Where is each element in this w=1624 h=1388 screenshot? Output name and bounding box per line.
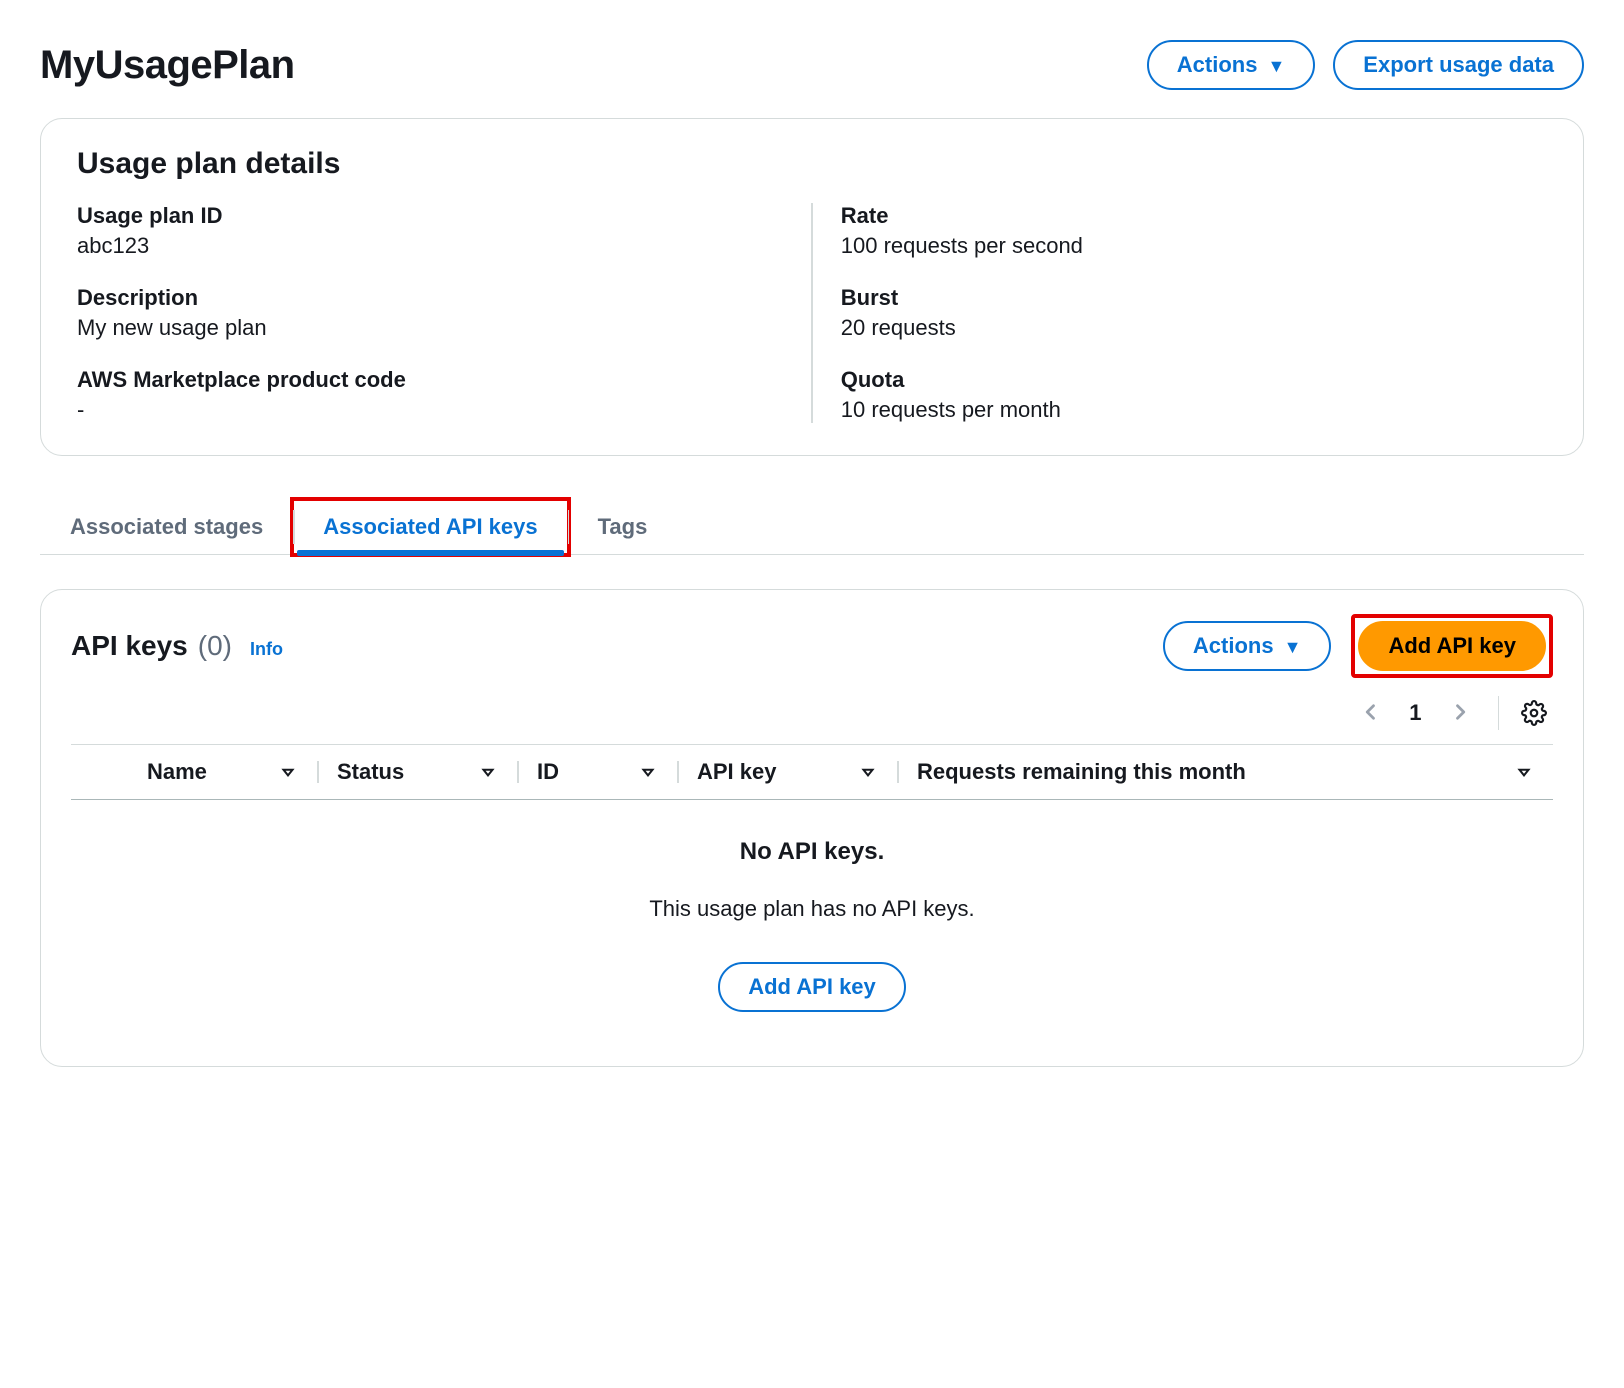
- details-value: My new usage plan: [77, 315, 783, 341]
- col-name[interactable]: Name: [127, 759, 317, 785]
- col-status-label: Status: [337, 759, 404, 785]
- details-value: 20 requests: [841, 315, 1547, 341]
- col-remaining-label: Requests remaining this month: [917, 759, 1246, 785]
- empty-subtitle: This usage plan has no API keys.: [71, 896, 1553, 922]
- export-usage-button[interactable]: Export usage data: [1333, 40, 1584, 90]
- col-apikey-label: API key: [697, 759, 777, 785]
- actions-button[interactable]: Actions ▼: [1147, 40, 1316, 90]
- details-value: 10 requests per month: [841, 397, 1547, 423]
- details-label: Quota: [841, 367, 1547, 393]
- details-label: Usage plan ID: [77, 203, 783, 229]
- details-title: Usage plan details: [77, 147, 1547, 181]
- col-name-label: Name: [147, 759, 207, 785]
- api-keys-count: (0): [198, 630, 232, 662]
- empty-add-api-key-button[interactable]: Add API key: [718, 962, 906, 1012]
- col-status[interactable]: Status: [317, 759, 517, 785]
- details-label: Burst: [841, 285, 1547, 311]
- details-value: 100 requests per second: [841, 233, 1547, 259]
- tab-tags[interactable]: Tags: [568, 500, 678, 554]
- tabs: Associated stages Associated API keys Ta…: [40, 500, 1584, 555]
- add-api-key-highlight: Add API key: [1351, 614, 1553, 678]
- export-usage-label: Export usage data: [1363, 52, 1554, 78]
- sort-icon: [279, 763, 297, 781]
- col-id-label: ID: [537, 759, 559, 785]
- empty-state: No API keys. This usage plan has no API …: [71, 800, 1553, 1022]
- usage-plan-details-card: Usage plan details Usage plan ID abc123 …: [40, 118, 1584, 456]
- sort-icon: [1515, 763, 1533, 781]
- page-title: MyUsagePlan: [40, 43, 295, 88]
- table-header: Name Status ID API key Requests remainin…: [71, 744, 1553, 800]
- details-label: Rate: [841, 203, 1547, 229]
- empty-title: No API keys.: [71, 838, 1553, 866]
- info-link[interactable]: Info: [250, 639, 283, 660]
- api-keys-actions-label: Actions: [1193, 633, 1274, 659]
- sort-icon: [639, 763, 657, 781]
- actions-button-label: Actions: [1177, 52, 1258, 78]
- settings-button[interactable]: [1521, 700, 1547, 726]
- pager-next-icon[interactable]: [1444, 698, 1476, 729]
- add-api-key-button[interactable]: Add API key: [1358, 621, 1546, 671]
- vertical-divider: [811, 203, 813, 423]
- api-keys-panel: API keys (0) Info Actions ▼ Add API key: [40, 589, 1584, 1067]
- caret-down-icon: ▼: [1267, 57, 1285, 75]
- sort-icon: [859, 763, 877, 781]
- col-apikey[interactable]: API key: [677, 759, 897, 785]
- gear-icon: [1521, 700, 1547, 726]
- details-value: -: [77, 397, 783, 423]
- tab-associated-stages[interactable]: Associated stages: [40, 500, 293, 554]
- sort-icon: [479, 763, 497, 781]
- caret-down-icon: ▼: [1284, 638, 1302, 656]
- col-id[interactable]: ID: [517, 759, 677, 785]
- details-label: Description: [77, 285, 783, 311]
- api-keys-title: API keys: [71, 630, 188, 662]
- pager-prev-icon[interactable]: [1355, 698, 1387, 729]
- details-value: abc123: [77, 233, 783, 259]
- tab-associated-api-keys[interactable]: Associated API keys: [293, 500, 567, 554]
- api-keys-actions-button[interactable]: Actions ▼: [1163, 621, 1332, 671]
- col-remaining[interactable]: Requests remaining this month: [897, 759, 1553, 785]
- add-api-key-label: Add API key: [1388, 633, 1516, 659]
- pager-divider: [1498, 696, 1500, 730]
- details-label: AWS Marketplace product code: [77, 367, 783, 393]
- pager-current-page: 1: [1409, 700, 1421, 726]
- empty-add-api-key-label: Add API key: [748, 974, 876, 1000]
